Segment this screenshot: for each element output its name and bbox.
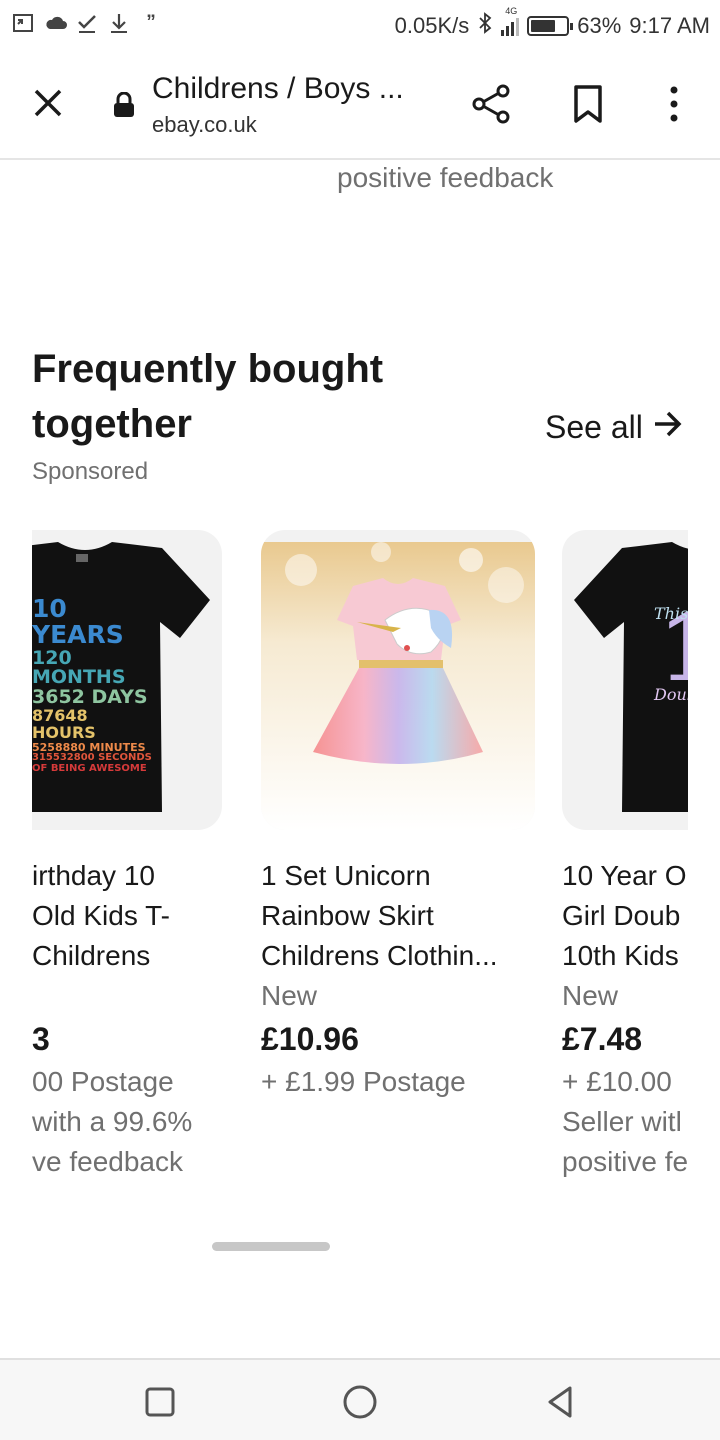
product-card[interactable]: 10 YEARS 120 MONTHS 3652 DAYS 87648 HOUR… <box>32 530 222 1182</box>
close-icon[interactable] <box>28 83 68 123</box>
print-line: 10 YEARS <box>32 594 124 650</box>
product-carousel[interactable]: 10 YEARS 120 MONTHS 3652 DAYS 87648 HOUR… <box>32 530 688 1210</box>
tshirt-print: This E Doub <box>654 604 688 704</box>
product-price: £10.96 <box>261 1021 359 1057</box>
status-right: 0.05K/s 4G 63% 9:17 AM <box>394 6 710 40</box>
network-type: 4G <box>505 6 518 16</box>
product-card[interactable]: 1 This E Doub 10 Year O Girl Doub 10th K… <box>562 530 688 1182</box>
battery-icon <box>527 16 574 36</box>
product-price: £7.48 <box>562 1021 643 1057</box>
signal-icon: 4G <box>501 6 520 36</box>
clock: 9:17 AM <box>629 13 710 38</box>
page-url[interactable]: ebay.co.uk <box>152 112 257 138</box>
browser-toolbar: Childrens / Boys ... ebay.co.uk <box>0 50 720 160</box>
product-condition <box>32 976 222 1016</box>
product-title[interactable]: irthday 10 Old Kids T- Childrens <box>32 856 222 976</box>
print-line: This E <box>654 604 688 623</box>
product-title[interactable]: 10 Year O Girl Doub 10th Kids <box>562 856 688 976</box>
seller-info-line: positive fe <box>562 1146 688 1177</box>
title-line: Old Kids T- <box>32 900 170 931</box>
see-all-link[interactable]: See all <box>545 409 683 446</box>
product-shipping: 00 Postage <box>32 1066 174 1097</box>
product-image[interactable]: 1 This E Doub <box>562 530 688 830</box>
print-line: 87648 HOURS <box>32 706 96 743</box>
product-image[interactable]: 10 YEARS 120 MONTHS 3652 DAYS 87648 HOUR… <box>32 530 222 830</box>
title-line: Rainbow Skirt <box>261 900 434 931</box>
see-all-label: See all <box>545 409 643 445</box>
share-icon[interactable] <box>470 82 514 126</box>
home-icon[interactable] <box>340 1382 380 1422</box>
print-line: 120 MONTHS <box>32 646 126 689</box>
quote-icon: ” <box>146 12 156 33</box>
title-line: Childrens <box>32 940 151 971</box>
recent-apps-icon[interactable] <box>140 1382 180 1422</box>
carousel-scroll-indicator[interactable] <box>212 1242 330 1251</box>
product-shipping: + £10.00 <box>562 1066 672 1097</box>
notification-icons: ” <box>12 12 162 34</box>
seller-info-line: ve feedback <box>32 1146 183 1177</box>
title-line: 10 Year O <box>562 860 687 891</box>
check-icon <box>76 12 98 34</box>
system-nav-bar <box>0 1358 720 1440</box>
product-price: 3 <box>32 1021 50 1057</box>
sponsored-label: Sponsored <box>32 458 149 485</box>
download-icon <box>108 12 130 34</box>
bookmark-icon[interactable] <box>570 84 606 124</box>
page-title[interactable]: Childrens / Boys ... <box>152 72 424 106</box>
seller-info-line: with a 99.6% <box>32 1106 193 1137</box>
more-options-icon[interactable] <box>660 84 688 124</box>
print-line: Doub <box>654 685 688 704</box>
arrow-right-icon <box>653 409 683 446</box>
bluetooth-icon <box>477 12 493 40</box>
title-line: Childrens Clothin... <box>261 940 498 971</box>
title-line: 10th Kids <box>562 940 679 971</box>
seller-info-line: Seller witl <box>562 1106 682 1137</box>
print-line: 3652 DAYS <box>32 686 148 709</box>
battery-percent: 63% <box>577 13 622 38</box>
section-title: Frequently bought together <box>32 347 384 446</box>
seller-feedback-text: positive feedback <box>337 162 554 193</box>
print-line: OF BEING AWESOME <box>32 762 147 774</box>
product-card[interactable]: 1 Set Unicorn Rainbow Skirt Childrens Cl… <box>261 530 535 1102</box>
product-image[interactable] <box>261 530 535 830</box>
tshirt-print: 10 YEARS 120 MONTHS 3652 DAYS 87648 HOUR… <box>32 594 152 774</box>
product-shipping: + £1.99 Postage <box>261 1066 466 1097</box>
product-title[interactable]: 1 Set Unicorn Rainbow Skirt Childrens Cl… <box>261 856 521 976</box>
title-line: Girl Doub <box>562 900 681 931</box>
lock-icon <box>112 91 136 118</box>
back-icon[interactable] <box>540 1382 580 1422</box>
cloud-icon <box>44 12 67 34</box>
net-speed: 0.05K/s <box>394 13 470 38</box>
title-line: irthday 10 <box>32 860 155 891</box>
screenshot-icon <box>12 12 34 34</box>
product-condition: New <box>261 980 318 1011</box>
title-line: 1 Set Unicorn <box>261 860 431 891</box>
status-bar: ” 0.05K/s 4G 63% 9:17 AM <box>0 0 720 50</box>
product-condition: New <box>562 980 619 1011</box>
